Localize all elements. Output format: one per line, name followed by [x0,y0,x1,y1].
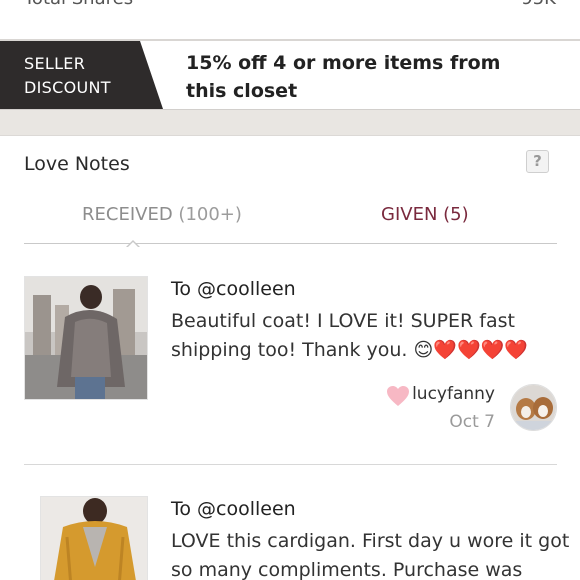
love-note-item: To @coolleen Beautiful coat! I LOVE it! … [24,276,557,465]
total-shares-value: 95K [521,0,556,9]
avatar[interactable] [510,384,557,431]
tab-given[interactable]: GIVEN (5) [381,204,469,225]
love-notes-header: Love Notes [0,136,580,196]
tab-received-label: RECEIVED [82,204,173,225]
tab-given-label: GIVEN [381,204,438,225]
seller-discount-text: 15% off 4 or more items from this closet [186,52,501,102]
love-notes-title: Love Notes [24,153,130,175]
total-shares-label: Total Shares [24,0,133,9]
note-emojis: 😊❤️❤️❤️❤️ [413,339,528,361]
tab-given-count: (5) [443,204,469,225]
love-note-item: To @coolleen LOVE this cardigan. First d… [24,496,569,580]
tab-received[interactable]: RECEIVED (100+) [82,204,242,225]
note-text: Beautiful coat! I LOVE it! SUPER fast sh… [171,307,571,365]
note-giver-username[interactable]: lucyfanny [412,384,495,404]
badge-line-2: DISCOUNT [24,78,111,97]
seller-discount-banner: SELLER DISCOUNT 15% off 4 or more items … [0,41,580,109]
cardigan-thumbnail[interactable] [40,496,148,580]
tab-received-count: (100+) [178,204,242,225]
help-icon[interactable]: ? [526,150,549,173]
section-separator [0,109,580,136]
note-date: Oct 7 [449,412,495,432]
badge-line-1: SELLER [24,54,86,73]
note-text: LOVE this cardigan. First day u wore it … [171,530,570,580]
total-shares-row: Total Shares 95K [0,0,580,40]
coat-thumbnail[interactable] [24,276,148,400]
heart-icon[interactable] [386,385,410,407]
love-notes-tabs: RECEIVED (100+) GIVEN (5) [24,196,557,244]
note-recipient[interactable]: To @coolleen [171,498,296,520]
seller-discount-badge: SELLER DISCOUNT [0,41,163,109]
tab-active-pointer [126,240,140,248]
note-recipient[interactable]: To @coolleen [171,278,296,300]
